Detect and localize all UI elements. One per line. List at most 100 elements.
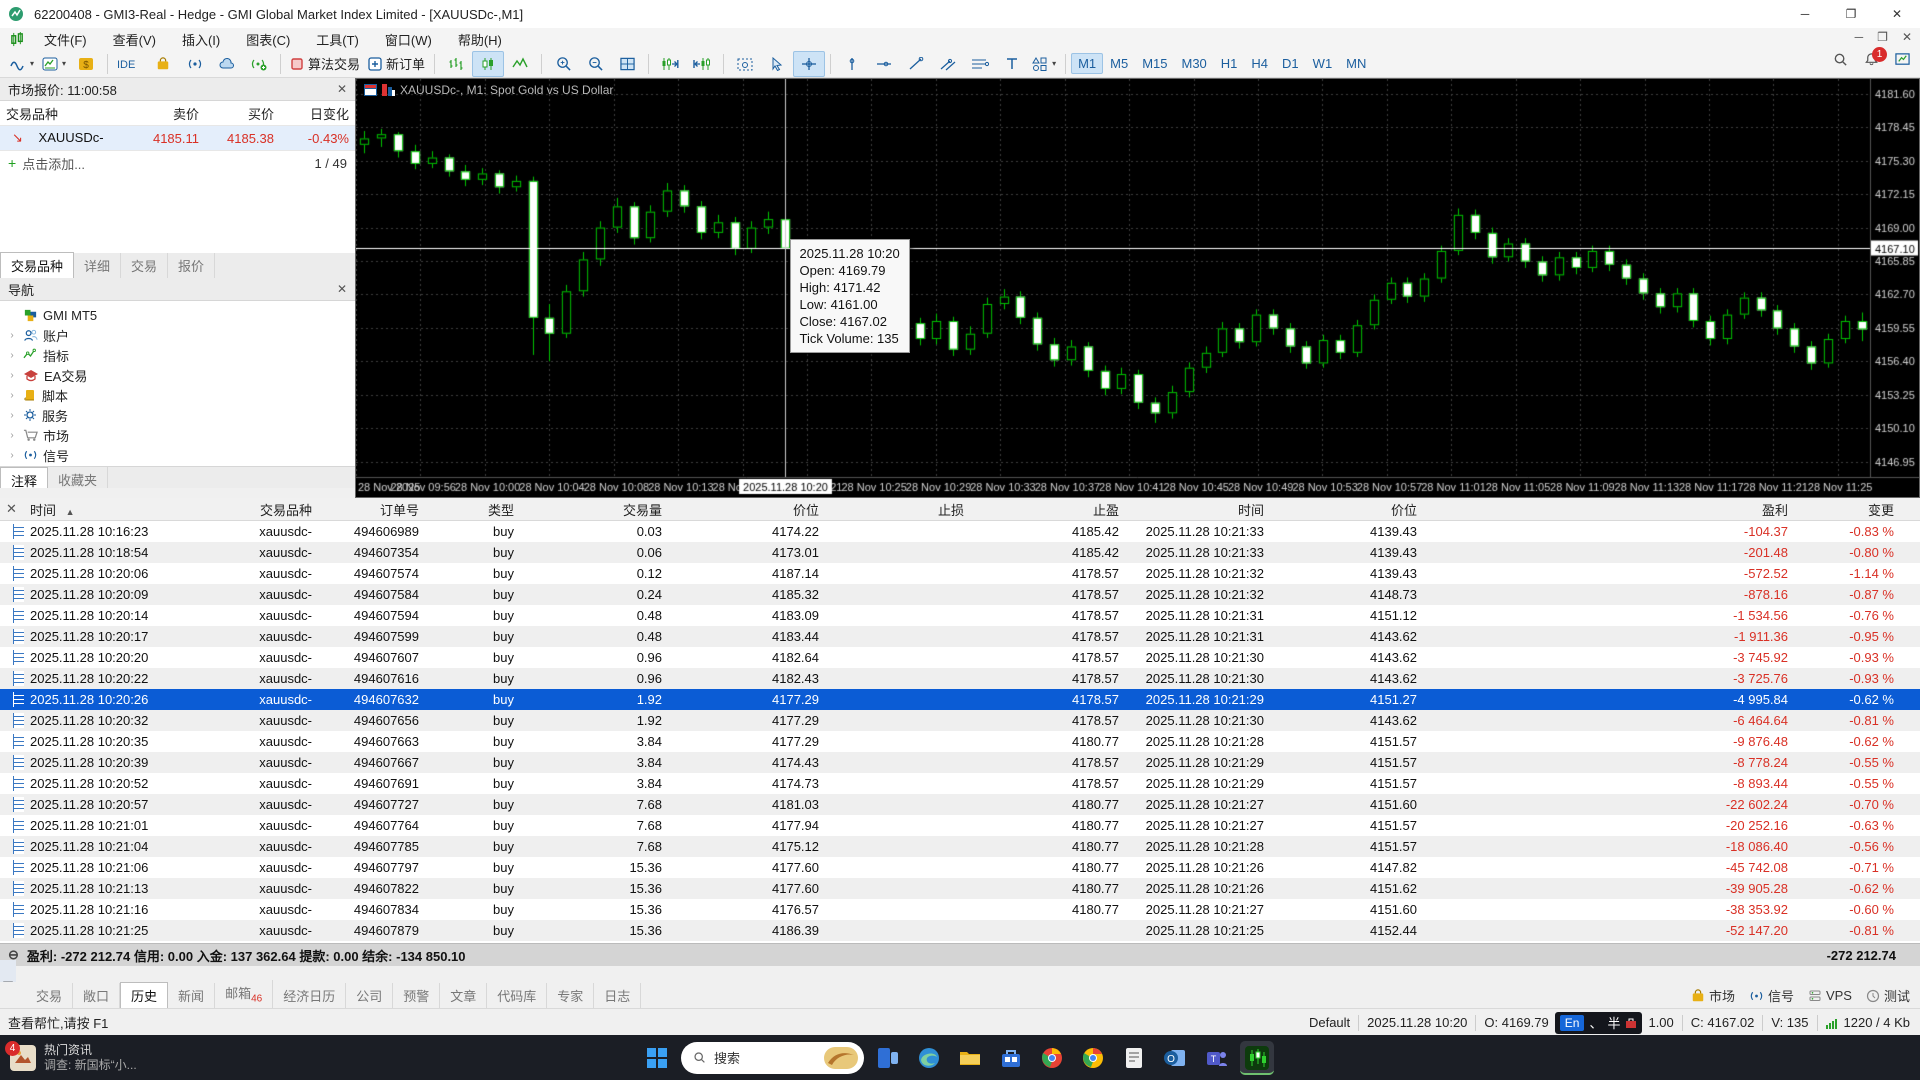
history-row-494607656[interactable]: 2025.11.28 10:20:32xauusdc-494607656buy1… (0, 710, 1920, 731)
text-button[interactable] (996, 51, 1028, 77)
history-row-494606989[interactable]: 2025.11.28 10:16:23xauusdc-494606989buy0… (0, 521, 1920, 542)
col-10[interactable]: 盈利 (1423, 500, 1794, 519)
taskbar-news-widget[interactable]: 4 热门资讯 调查: 新国标“小... (0, 1043, 240, 1073)
timeframe-d1[interactable]: D1 (1275, 53, 1306, 74)
timeframe-w1[interactable]: W1 (1306, 53, 1340, 74)
history-row-494607607[interactable]: 2025.11.28 10:20:20xauusdc-494607607buy0… (0, 647, 1920, 668)
dollar-button[interactable]: $ (70, 51, 102, 77)
vline-button[interactable] (836, 51, 868, 77)
nav-item-账户[interactable]: ›账户 (6, 325, 355, 345)
ime-lang[interactable]: En (1560, 1015, 1585, 1031)
symbols-tab[interactable]: 交易 (121, 253, 168, 278)
market-watch-close-icon[interactable]: ✕ (337, 82, 347, 96)
col-11[interactable]: 变更 (1794, 500, 1900, 519)
toolbox-tab[interactable]: 历史 (120, 982, 168, 1008)
toolbox-tab[interactable]: 新闻 (168, 983, 215, 1008)
col-3[interactable]: 类型 (425, 500, 520, 519)
timeframe-m1[interactable]: M1 (1071, 53, 1103, 74)
zoomin-button[interactable] (547, 51, 579, 77)
minimize-button[interactable]: ─ (1782, 0, 1828, 28)
linetool-button[interactable]: ▾ (6, 51, 38, 77)
navigator-close-icon[interactable]: ✕ (337, 282, 347, 296)
col-4[interactable]: 交易量 (520, 500, 668, 519)
col-6[interactable]: 止损 (825, 500, 970, 519)
bag-button[interactable] (147, 51, 179, 77)
col-7[interactable]: 止盈 (970, 500, 1125, 519)
taskbar-app-chrome1[interactable] (1035, 1041, 1069, 1075)
toolbox-tab[interactable]: 日志 (594, 983, 641, 1008)
col-9[interactable]: 价位 (1270, 500, 1423, 519)
col-8[interactable]: 时间 (1125, 500, 1270, 519)
taskbar-app-notes[interactable] (1117, 1041, 1151, 1075)
market-watch-row-xauusdc[interactable]: ↘ XAUUSDc- 4185.11 4185.38 -0.43% (0, 126, 355, 151)
hline-button[interactable] (868, 51, 900, 77)
toolbox-tab[interactable]: 代码库 (487, 983, 547, 1008)
nav-item-指标[interactable]: ›指标 (6, 345, 355, 365)
taskbar-search-box[interactable]: 搜索 (681, 1042, 864, 1074)
tiles-button[interactable] (611, 51, 643, 77)
symbols-tab[interactable]: 报价 (168, 253, 215, 278)
col-1[interactable]: 交易品种 (214, 500, 318, 519)
navigator-tab[interactable]: 注释 (0, 467, 48, 488)
trend-button[interactable] (900, 51, 932, 77)
history-row-494607691[interactable]: 2025.11.28 10:20:52xauusdc-494607691buy3… (0, 773, 1920, 794)
ime-mode[interactable]: 半 (1607, 1013, 1620, 1032)
ime-bar[interactable]: En 、 半 (1555, 1012, 1643, 1034)
menu-v[interactable]: 查看(V) (100, 30, 169, 49)
snapshot-button[interactable] (729, 51, 761, 77)
taskbar-app-chrome2[interactable] (1076, 1041, 1110, 1075)
symbols-tab[interactable]: 详细 (74, 253, 121, 278)
search-icon[interactable] (1833, 52, 1848, 67)
ide-button[interactable]: IDE (113, 51, 147, 77)
timeframe-m30[interactable]: M30 (1175, 53, 1214, 74)
timeframe-h4[interactable]: H4 (1244, 53, 1275, 74)
toolbox-tab[interactable]: 敞口 (73, 983, 120, 1008)
timeframe-h1[interactable]: H1 (1214, 53, 1245, 74)
shiftright-button[interactable] (654, 51, 686, 77)
channel-button[interactable] (932, 51, 964, 77)
taskbar-app-store[interactable] (994, 1041, 1028, 1075)
toolbox-tab[interactable]: 文章 (440, 983, 487, 1008)
col-2[interactable]: 订单号 (318, 500, 425, 519)
taskbar-app-folder[interactable] (953, 1041, 987, 1075)
history-row-494607594[interactable]: 2025.11.28 10:20:14xauusdc-494607594buy0… (0, 605, 1920, 626)
zoomout-button[interactable] (579, 51, 611, 77)
toolbox-close-icon[interactable]: ✕ (0, 501, 24, 517)
symbols-tab[interactable]: 交易品种 (0, 252, 74, 278)
neworder-button[interactable]: 新订单 (364, 51, 429, 77)
broadcast-button[interactable] (179, 51, 211, 77)
nav-item-脚本[interactable]: ›脚本 (6, 385, 355, 405)
cloud-button[interactable] (211, 51, 243, 77)
candles-button[interactable] (472, 51, 504, 77)
nav-item-服务[interactable]: ›服务 (6, 405, 355, 425)
ime-punct[interactable]: 、 (1589, 1013, 1602, 1032)
ime-toolbox-icon[interactable] (1625, 1017, 1637, 1029)
mdi-window-controls[interactable]: ─❐✕ (1855, 30, 1912, 44)
toolbox-tab[interactable]: 预警 (393, 983, 440, 1008)
shortcut-信号[interactable]: 信号 (1749, 986, 1794, 1005)
menu-w[interactable]: 窗口(W) (372, 30, 445, 49)
crosshair-button[interactable] (793, 51, 825, 77)
notifications-bell-icon[interactable]: 1 (1864, 52, 1879, 67)
navigator-tab[interactable]: 收藏夹 (48, 467, 108, 488)
history-row-494607785[interactable]: 2025.11.28 10:21:04xauusdc-494607785buy7… (0, 836, 1920, 857)
timeframe-m5[interactable]: M5 (1103, 53, 1135, 74)
chart-window[interactable]: XAUUSDc-, M1: Spot Gold vs US Dollar 202… (355, 78, 1920, 498)
algo-button[interactable]: 算法交易 (286, 51, 364, 77)
toolbox-tab[interactable]: 交易 (26, 983, 73, 1008)
taskbar-app-mt5[interactable] (1240, 1041, 1274, 1075)
history-row-494607599[interactable]: 2025.11.28 10:20:17xauusdc-494607599buy0… (0, 626, 1920, 647)
nav-item-gmi-mt5[interactable]: GMI MT5 (6, 305, 355, 325)
cursor-button[interactable] (761, 51, 793, 77)
menu-t[interactable]: 工具(T) (303, 30, 372, 49)
taskbar-app-teams[interactable]: T (1199, 1041, 1233, 1075)
history-row-494607616[interactable]: 2025.11.28 10:20:22xauusdc-494607616buy0… (0, 668, 1920, 689)
timeframe-mn[interactable]: MN (1339, 53, 1373, 74)
shortcut-市场[interactable]: 市场 (1691, 986, 1735, 1005)
col-5[interactable]: 价位 (668, 500, 825, 519)
history-row-494607663[interactable]: 2025.11.28 10:20:35xauusdc-494607663buy3… (0, 731, 1920, 752)
menu-c[interactable]: 图表(C) (233, 30, 303, 49)
col-0[interactable]: 时间 ▲ (24, 500, 214, 519)
bars-button[interactable] (440, 51, 472, 77)
linemode-button[interactable] (504, 51, 536, 77)
